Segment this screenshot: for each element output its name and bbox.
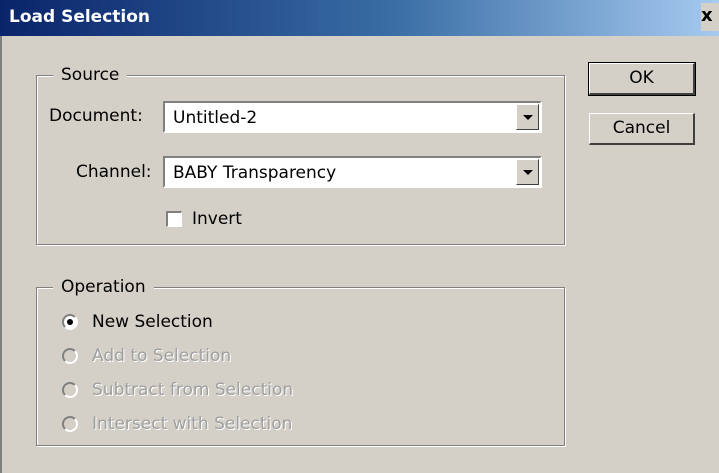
intersect-selection-label[interactable]: Intersect with Selection xyxy=(92,412,292,436)
radio-dot-icon xyxy=(67,319,73,325)
close-icon[interactable]: x xyxy=(701,3,719,31)
chevron-down-icon[interactable] xyxy=(516,104,539,130)
title-bar[interactable]: Load Selection x xyxy=(0,0,719,36)
chevron-down-icon[interactable] xyxy=(516,159,539,185)
subtract-selection-radio[interactable] xyxy=(62,382,78,398)
cancel-button[interactable]: Cancel xyxy=(589,113,695,145)
channel-label: Channel: xyxy=(76,162,152,182)
add-selection-radio[interactable] xyxy=(62,348,78,364)
document-dropdown[interactable]: Untitled-2 xyxy=(163,101,542,133)
invert-label[interactable]: Invert xyxy=(192,207,242,231)
subtract-selection-label[interactable]: Subtract from Selection xyxy=(92,378,293,402)
channel-value: BABY Transparency xyxy=(173,163,337,183)
invert-checkbox[interactable] xyxy=(166,211,182,227)
window-title: Load Selection xyxy=(9,7,151,27)
document-label: Document: xyxy=(49,106,143,126)
window-border xyxy=(0,36,2,473)
ok-button[interactable]: OK xyxy=(588,62,696,96)
intersect-selection-radio[interactable] xyxy=(62,416,78,432)
new-selection-radio[interactable] xyxy=(62,314,78,330)
channel-dropdown[interactable]: BABY Transparency xyxy=(163,156,542,188)
document-value: Untitled-2 xyxy=(173,108,258,128)
source-legend: Source xyxy=(53,63,128,87)
add-selection-label[interactable]: Add to Selection xyxy=(92,344,231,368)
operation-legend: Operation xyxy=(53,275,154,299)
new-selection-label[interactable]: New Selection xyxy=(92,310,213,334)
